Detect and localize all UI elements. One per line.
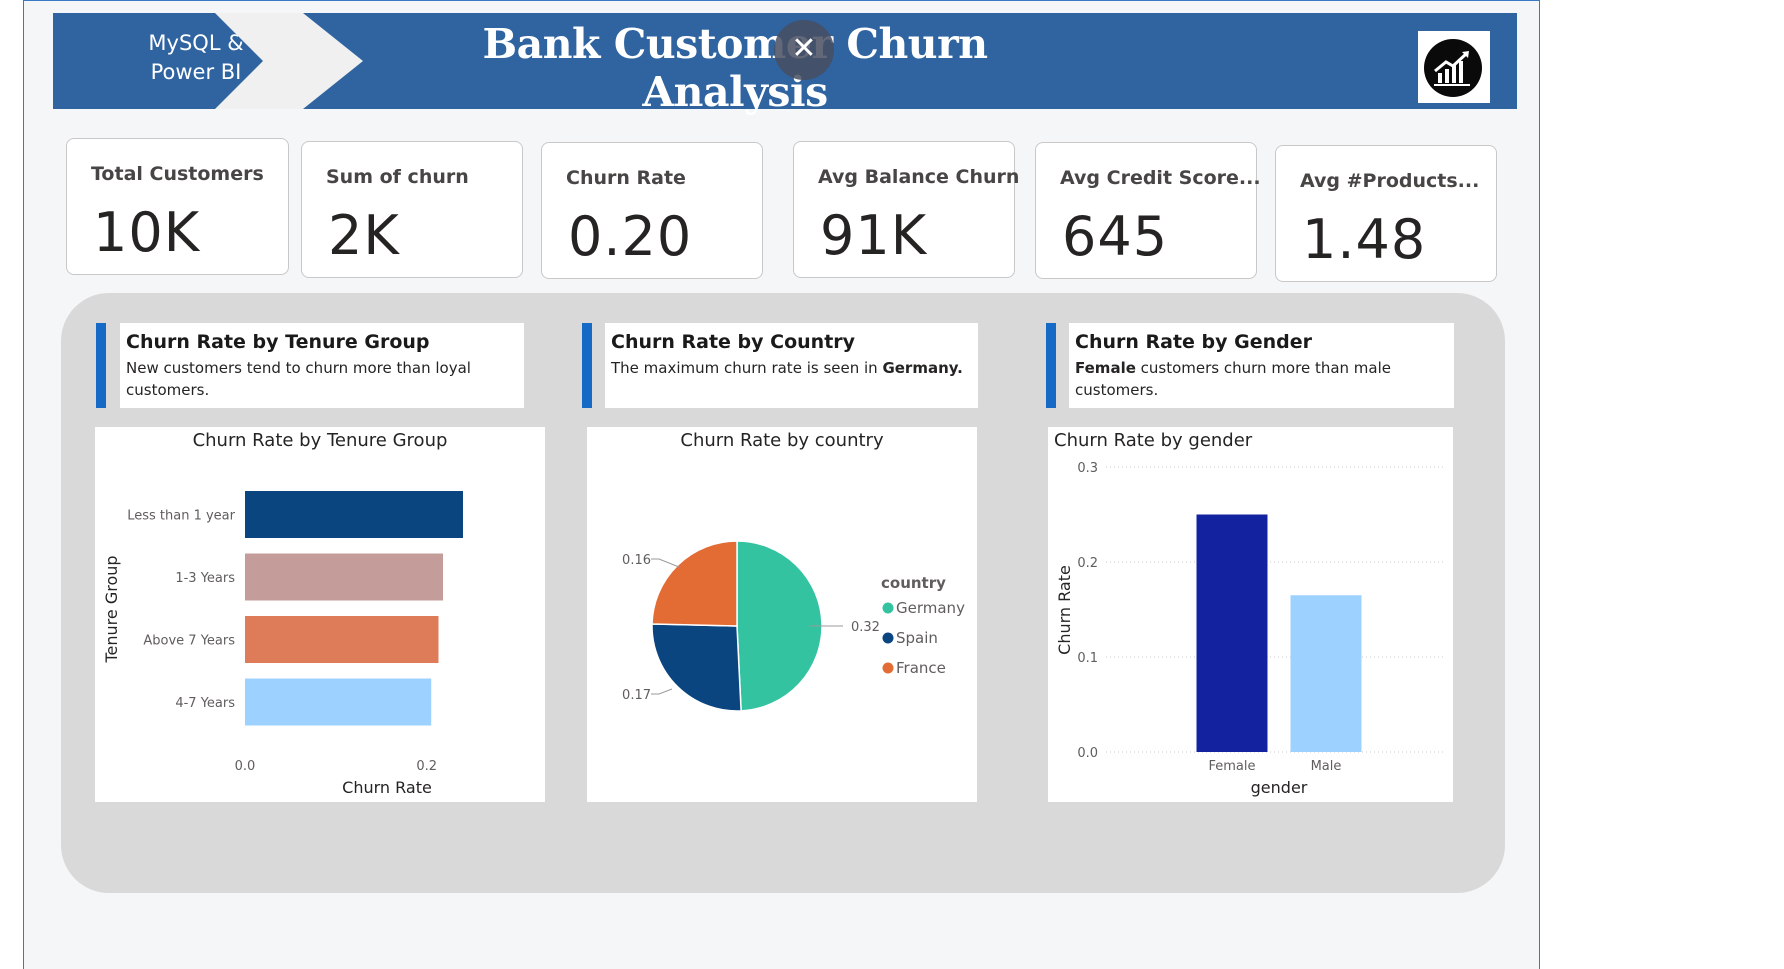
kpi-label: Churn Rate: [566, 167, 686, 189]
kpi-label: Sum of churn: [326, 166, 469, 188]
bar[interactable]: [1196, 514, 1268, 753]
x-tick-label: 0.2: [416, 759, 437, 774]
kpi-value: 10K: [93, 201, 201, 264]
chart-title: Churn Rate by country: [680, 430, 884, 451]
kpi-sum-of-churn[interactable]: Sum of churn 2K: [301, 141, 523, 278]
tenure-chart[interactable]: Churn Rate by Tenure Group Less than 1 ye…: [95, 427, 545, 802]
card-country-header: Churn Rate by Country The maximum churn …: [605, 323, 978, 408]
card-title: Churn Rate by Gender: [1075, 331, 1313, 353]
card-subtitle-highlight: Female: [1075, 359, 1136, 377]
card-accent-bar: [582, 323, 592, 408]
close-button[interactable]: ✕: [774, 20, 834, 80]
card-subtitle: The maximum churn rate is seen in German…: [611, 357, 963, 379]
card-subtitle-text: The maximum churn rate is seen in: [611, 359, 883, 377]
kpi-value: 1.48: [1302, 208, 1427, 271]
page-title: Bank Customer Churn Analysis: [482, 20, 988, 116]
kpi-label: Avg Credit Score...: [1060, 167, 1261, 189]
x-tick-label: 0.0: [235, 759, 256, 774]
kpi-churn-rate[interactable]: Churn Rate 0.20: [541, 142, 763, 279]
growth-chart-icon: [1424, 39, 1482, 97]
bar[interactable]: [1290, 595, 1362, 752]
card-subtitle-highlight: Germany.: [882, 359, 963, 377]
kpi-value: 645: [1062, 205, 1169, 268]
kpi-value: 2K: [328, 204, 400, 267]
kpi-value: 91K: [820, 204, 928, 267]
kpi-label: Avg #Products...: [1300, 170, 1480, 192]
bar[interactable]: [245, 491, 463, 538]
kpi-total-customers[interactable]: Total Customers 10K: [66, 138, 289, 275]
card-accent-bar: [1046, 323, 1056, 408]
x-tick-label: Female: [1208, 759, 1255, 774]
data-label-leader: [651, 558, 680, 568]
x-tick-label: Male: [1311, 759, 1342, 774]
y-tick-label: 4-7 Years: [175, 696, 235, 711]
card-subtitle: Female customers churn more than male cu…: [1075, 357, 1454, 401]
data-label: 0.16: [622, 553, 651, 568]
card-subtitle: New customers tend to churn more than lo…: [126, 359, 471, 399]
country-chart[interactable]: Churn Rate by country 0.32 0.17 0.16 country…: [587, 427, 977, 802]
y-tick-label: 0.1: [1077, 651, 1098, 666]
chart-title: Churn Rate by Tenure Group: [193, 430, 448, 451]
y-axis-label: Churn Rate: [1055, 565, 1074, 655]
legend-label: France: [896, 659, 946, 677]
card-gender-header: Churn Rate by Gender Female customers ch…: [1069, 323, 1454, 408]
x-axis-label: Churn Rate: [342, 778, 432, 797]
kpi-value: 0.20: [568, 205, 693, 268]
y-tick-label: 1-3 Years: [175, 571, 235, 586]
legend-title: country: [881, 574, 946, 592]
card-title: Churn Rate by Country: [611, 331, 856, 353]
legend-marker: [882, 602, 894, 614]
kpi-label: Avg Balance Churn: [818, 166, 1020, 188]
kpi-avg-credit-score[interactable]: Avg Credit Score... 645: [1035, 142, 1261, 279]
gender-chart[interactable]: Churn Rate by gender 0.0 0.1 0.2 0.3 Female Ma…: [1048, 427, 1453, 802]
kpi-label: Total Customers: [91, 163, 264, 185]
card-title: Churn Rate by Tenure Group: [126, 331, 430, 353]
y-tick-label: Above 7 Years: [143, 634, 235, 649]
kpi-avg-products[interactable]: Avg #Products... 1.48: [1275, 145, 1497, 282]
logo: [1418, 31, 1490, 103]
bar[interactable]: [245, 616, 439, 663]
legend-marker: [882, 662, 894, 674]
kpi-avg-balance-churn[interactable]: Avg Balance Churn 91K: [793, 141, 1019, 278]
card-tenure-header: Churn Rate by Tenure Group New customers…: [120, 323, 524, 408]
bar[interactable]: [245, 553, 444, 601]
pie-slice[interactable]: [651, 623, 742, 712]
pie-slice[interactable]: [651, 540, 738, 627]
data-label: 0.17: [622, 688, 651, 703]
y-tick-label: 0.0: [1077, 746, 1098, 761]
y-tick-label: 0.2: [1077, 556, 1098, 571]
data-label-leader: [651, 688, 673, 695]
legend-label: Spain: [896, 629, 938, 647]
y-axis-label: Tenure Group: [102, 555, 121, 663]
legend-label: Germany: [896, 599, 965, 617]
chart-title: Churn Rate by gender: [1054, 430, 1253, 451]
data-label: 0.32: [851, 620, 880, 635]
card-accent-bar: [96, 323, 106, 408]
bar[interactable]: [245, 678, 432, 726]
x-axis-label: gender: [1251, 778, 1308, 797]
y-tick-label: 0.3: [1077, 461, 1098, 476]
legend-marker: [882, 632, 894, 644]
y-tick-label: Less than 1 year: [127, 509, 235, 524]
